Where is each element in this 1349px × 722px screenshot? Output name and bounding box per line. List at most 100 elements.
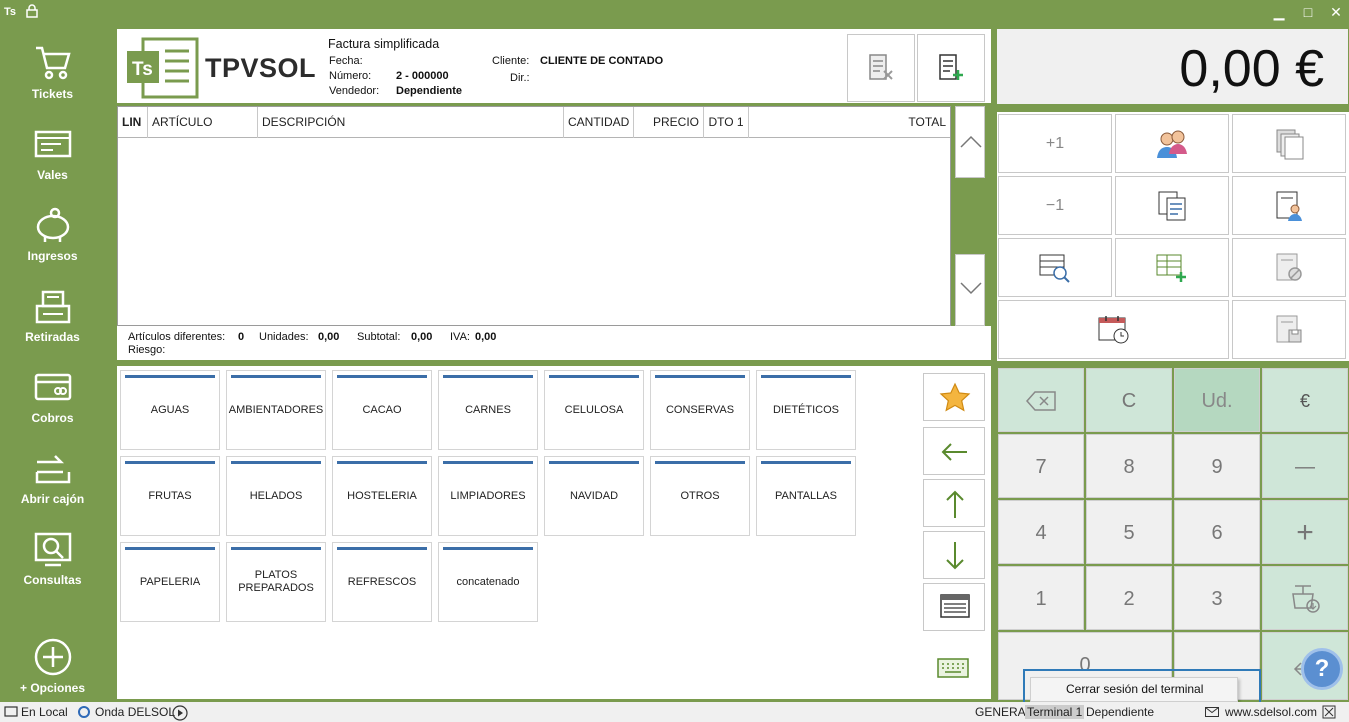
scale-key[interactable] (1262, 566, 1348, 630)
family-button[interactable]: PAPELERIA (120, 542, 220, 622)
status-bar: En Local Onda DELSOL GENERAL Terminal 1 … (0, 702, 1349, 722)
scroll-up-button[interactable] (955, 106, 985, 178)
keyboard-icon[interactable] (937, 658, 969, 678)
units-key[interactable]: Ud. (1174, 368, 1260, 432)
col-precio[interactable]: PRECIO (634, 107, 704, 138)
scale-icon (1292, 585, 1320, 613)
family-button[interactable]: FRUTAS (120, 456, 220, 536)
duplicate-button[interactable] (1115, 176, 1229, 235)
unidades-value: 0,00 (318, 331, 340, 343)
family-button[interactable]: OTROS (650, 456, 750, 536)
plus-one-button[interactable]: +1 (998, 114, 1112, 173)
family-button[interactable]: HOSTELERIA (332, 456, 432, 536)
new-document-button[interactable] (917, 34, 985, 102)
family-button[interactable]: NAVIDAD (544, 456, 644, 536)
grid-header: LIN ARTÍCULO DESCRIPCIÓN CANTIDAD PRECIO… (118, 107, 950, 138)
minus-one-button[interactable]: −1 (998, 176, 1112, 235)
add-line-button[interactable] (1115, 238, 1229, 297)
key-5[interactable]: 5 (1086, 500, 1172, 564)
cliente-value[interactable]: CLIENTE DE CONTADO (540, 55, 663, 67)
family-button[interactable]: DIETÉTICOS (756, 370, 856, 450)
sidebar-item-abrir-cajon[interactable]: Abrir cajón (0, 438, 105, 516)
key-8[interactable]: 8 (1086, 434, 1172, 498)
status-web[interactable]: www.sdelsol.com (1225, 705, 1317, 719)
col-lin[interactable]: LIN (118, 107, 148, 138)
col-descripcion[interactable]: DESCRIPCIÓN (258, 107, 564, 138)
scroll-down-button[interactable] (955, 254, 985, 326)
col-articulo[interactable]: ARTÍCULO (148, 107, 258, 138)
sidebar-item-label: Retiradas (25, 330, 80, 344)
key-1[interactable]: 1 (998, 566, 1084, 630)
sidebar-item-tickets[interactable]: Tickets (0, 33, 105, 111)
product-list-icon (940, 594, 970, 618)
euro-key[interactable]: € (1262, 368, 1348, 432)
minimize-button[interactable]: ▁ (1268, 2, 1290, 22)
search-ticket-button[interactable] (998, 238, 1112, 297)
sidebar-item-ingresos[interactable]: Ingresos (0, 195, 105, 273)
subtotal-label: Subtotal: (357, 331, 401, 343)
help-button[interactable]: ? (1301, 648, 1343, 690)
family-button[interactable]: concatenado (438, 542, 538, 622)
mail-icon[interactable] (1205, 707, 1219, 717)
backspace-key[interactable] (998, 368, 1084, 432)
lock-icon[interactable] (26, 4, 38, 18)
key-6[interactable]: 6 (1174, 500, 1260, 564)
amount-display: 0,00 € (997, 29, 1348, 104)
close-button[interactable]: ✕ (1325, 2, 1347, 22)
delete-document-button[interactable] (847, 34, 915, 102)
status-terminal[interactable]: Terminal 1 (1025, 705, 1085, 719)
favorites-button[interactable] (923, 373, 985, 421)
family-button[interactable]: CELULOSA (544, 370, 644, 450)
family-button[interactable]: AGUAS (120, 370, 220, 450)
sidebar-item-label: Abrir cajón (20, 492, 85, 506)
iva-value: 0,00 (475, 331, 497, 343)
key-9[interactable]: 9 (1174, 434, 1260, 498)
sidebar-item-cobros[interactable]: Cobros (0, 357, 105, 435)
chevron-up-icon (960, 135, 982, 148)
family-button[interactable]: LIMPIADORES (438, 456, 538, 536)
sidebar-item-opciones[interactable]: + Opciones (0, 627, 105, 705)
key-7[interactable]: 7 (998, 434, 1084, 498)
family-button[interactable]: PANTALLAS (756, 456, 856, 536)
minus-key[interactable]: — (1262, 434, 1348, 498)
numero-label: Número: (329, 70, 372, 82)
sidebar-item-consultas[interactable]: Consultas (0, 519, 105, 597)
family-button[interactable]: REFRESCOS (332, 542, 432, 622)
family-button[interactable]: CONSERVAS (650, 370, 750, 450)
family-button[interactable]: PLATOS PREPARADOS (226, 542, 326, 622)
col-total[interactable]: TOTAL (749, 107, 950, 138)
family-button[interactable]: CACAO (332, 370, 432, 450)
col-dto1[interactable]: DTO 1 (704, 107, 749, 138)
product-list-button[interactable] (923, 583, 985, 631)
key-2[interactable]: 2 (1086, 566, 1172, 630)
copy-documents-icon (1158, 191, 1186, 220)
col-cantidad[interactable]: CANTIDAD (564, 107, 634, 138)
play-icon[interactable] (172, 705, 188, 721)
back-button[interactable] (923, 427, 985, 475)
sidebar-item-vales[interactable]: Vales (0, 114, 105, 192)
document-header: Ts TPVSOL Factura simplificada Fecha: Nú… (117, 29, 991, 103)
key-3[interactable]: 3 (1174, 566, 1260, 630)
context-menu-close-session[interactable]: Cerrar sesión del terminal (1030, 677, 1238, 702)
save-ticket-button[interactable] (1232, 300, 1346, 359)
family-button[interactable]: HELADOS (226, 456, 326, 536)
page-down-button[interactable] (923, 531, 985, 579)
schedule-button[interactable] (998, 300, 1229, 359)
ticket-lines-grid[interactable]: LIN ARTÍCULO DESCRIPCIÓN CANTIDAD PRECIO… (117, 106, 951, 326)
cancel-ticket-button[interactable] (1232, 238, 1346, 297)
clear-key[interactable]: C (1086, 368, 1172, 432)
family-button[interactable]: AMBIENTADORES (226, 370, 326, 450)
sidebar-item-label: Vales (37, 168, 68, 182)
articulos-value: 0 (238, 331, 245, 343)
ticket-customer-button[interactable] (1232, 176, 1346, 235)
tickets-list-button[interactable] (1232, 114, 1346, 173)
customers-button[interactable] (1115, 114, 1229, 173)
status-onda[interactable]: Onda DELSOL (95, 705, 175, 719)
arrow-down-icon (946, 542, 964, 570)
maximize-button[interactable]: □ (1297, 2, 1319, 22)
family-button[interactable]: CARNES (438, 370, 538, 450)
plus-key[interactable]: + (1262, 500, 1348, 564)
page-up-button[interactable] (923, 479, 985, 527)
key-4[interactable]: 4 (998, 500, 1084, 564)
sidebar-item-retiradas[interactable]: Retiradas (0, 276, 105, 354)
